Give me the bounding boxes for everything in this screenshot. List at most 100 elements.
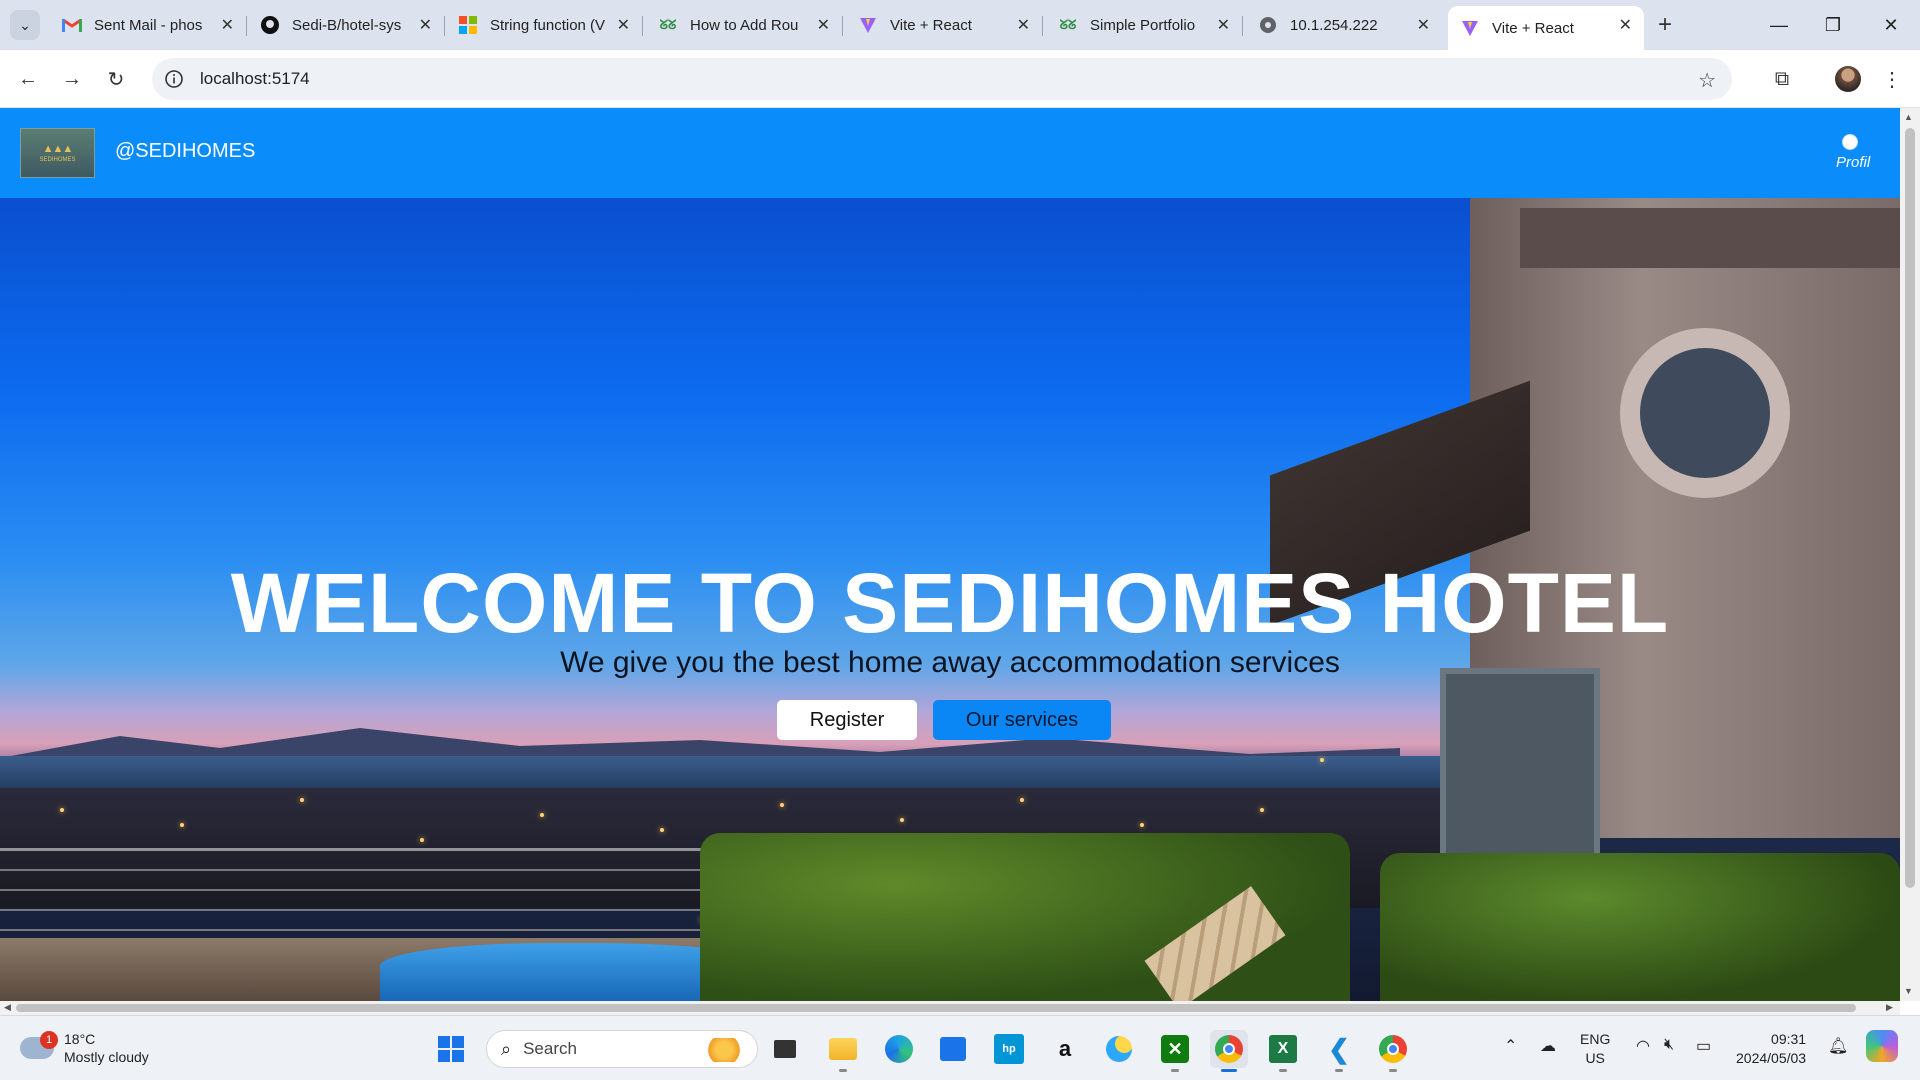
hero-background-railing	[0, 848, 720, 948]
onedrive-offline-icon[interactable]: ☁	[1540, 1036, 1556, 1056]
windows-taskbar: 1 18°C Mostly cloudy ⌕ Search hp a ✕ X ❮…	[0, 1015, 1920, 1080]
windows-icon	[438, 1036, 464, 1062]
copilot-icon[interactable]	[1866, 1030, 1898, 1062]
restore-button[interactable]: ❐	[1810, 8, 1856, 42]
close-icon[interactable]: ✕	[1619, 15, 1632, 35]
tab-string-function[interactable]: String function (V ✕	[446, 6, 643, 44]
browser-menu-button[interactable]: ⋮	[1876, 63, 1908, 95]
brand-name[interactable]: @SEDIHOMES	[115, 140, 255, 163]
close-icon[interactable]: ✕	[221, 15, 234, 35]
weather-condition: Mostly cloudy	[64, 1049, 149, 1065]
vite-icon	[858, 15, 878, 35]
minimize-button[interactable]: —	[1756, 8, 1802, 42]
hero-background-round-window	[1620, 328, 1790, 498]
battery-icon[interactable]: ▭	[1696, 1036, 1711, 1056]
hero-buttons: Register Our services	[0, 700, 1900, 740]
tab-how-to-add-routes[interactable]: ᘜᘜ How to Add Rou ✕	[646, 6, 843, 44]
close-icon[interactable]: ✕	[617, 15, 630, 35]
arrow-left-icon: ←	[18, 67, 38, 90]
tab-search-button[interactable]: ⌄	[10, 10, 40, 40]
chrome-app[interactable]	[1210, 1030, 1248, 1072]
forward-button[interactable]: →	[56, 63, 88, 95]
start-button[interactable]	[432, 1030, 470, 1068]
tab-label: Vite + React	[890, 16, 972, 34]
chrome-icon	[1379, 1035, 1407, 1063]
reload-icon: ↻	[107, 68, 125, 91]
cloud-icon: 1	[20, 1031, 58, 1059]
vite-icon	[1460, 18, 1480, 38]
store-icon	[940, 1037, 966, 1061]
time: 09:31	[1771, 1031, 1807, 1047]
close-icon[interactable]: ✕	[1417, 15, 1430, 35]
scrollbar-thumb[interactable]	[16, 1004, 1856, 1012]
weather-sun-icon	[1106, 1036, 1132, 1062]
broken-image-icon	[1842, 134, 1858, 150]
tab-vite-react-active[interactable]: Vite + React ✕	[1448, 6, 1644, 50]
task-view-button[interactable]	[766, 1030, 804, 1068]
site-info-icon[interactable]	[162, 67, 186, 91]
speaker-muted-icon[interactable]: 🔇︎	[1664, 1036, 1674, 1054]
hero-title: WELCOME TO SEDIHOMES HOTEL	[230, 556, 1670, 650]
language-code: ENG	[1580, 1031, 1611, 1047]
profile-image[interactable]: Profil	[1834, 134, 1880, 174]
plus-icon: +	[1657, 11, 1672, 38]
region-code: US	[1585, 1050, 1605, 1066]
scrollbar-thumb[interactable]	[1905, 128, 1915, 888]
scroll-up-icon[interactable]: ▲	[1904, 112, 1913, 122]
tab-vite-react[interactable]: Vite + React ✕	[846, 6, 1043, 44]
scroll-left-icon[interactable]: ◀	[4, 1002, 11, 1013]
myhp-icon: hp	[994, 1034, 1024, 1064]
close-icon[interactable]: ✕	[1017, 15, 1030, 35]
edge-app[interactable]	[880, 1030, 918, 1068]
close-icon[interactable]: ✕	[419, 15, 432, 35]
microsoft-store-app[interactable]	[934, 1030, 972, 1068]
copilot-weather-app[interactable]	[1100, 1030, 1138, 1068]
excel-app[interactable]: X	[1264, 1030, 1302, 1072]
taskbar-search[interactable]: ⌕ Search	[486, 1030, 758, 1068]
profile-button[interactable]	[1832, 63, 1864, 95]
vscode-app[interactable]: ❮	[1320, 1030, 1358, 1072]
xbox-icon: ✕	[1161, 1035, 1189, 1063]
weather-widget[interactable]: 1 18°C Mostly cloudy	[20, 1030, 149, 1066]
our-services-button[interactable]: Our services	[933, 700, 1111, 740]
xbox-app[interactable]: ✕	[1156, 1030, 1194, 1072]
geeksforgeeks-icon: ᘜᘜ	[1059, 17, 1077, 32]
extensions-button[interactable]: ⧉	[1766, 63, 1798, 95]
tab-simple-portfolio[interactable]: ᘜᘜ Simple Portfolio ✕	[1046, 6, 1243, 44]
wifi-icon[interactable]: ◠	[1636, 1036, 1650, 1056]
register-button[interactable]: Register	[777, 700, 917, 740]
tab-github[interactable]: Sedi-B/hotel-sys ✕	[248, 6, 445, 44]
back-button[interactable]: ←	[12, 63, 44, 95]
close-icon: ✕	[1883, 14, 1899, 35]
site-logo[interactable]: ▲▲▲ SEDIHOMES	[20, 128, 95, 178]
logo-text: SEDIHOMES	[39, 157, 76, 163]
close-icon[interactable]: ✕	[817, 15, 830, 35]
geeksforgeeks-icon: ᘜᘜ	[659, 17, 677, 32]
tab-label: Sedi-B/hotel-sys	[292, 16, 402, 34]
myhp-app[interactable]: hp	[990, 1030, 1028, 1068]
close-window-button[interactable]: ✕	[1868, 8, 1914, 42]
address-bar[interactable]: localhost:5174 ☆	[152, 58, 1732, 100]
chrome-app-2[interactable]	[1374, 1030, 1412, 1072]
chevron-down-icon: ⌄	[19, 16, 31, 33]
amazon-app[interactable]: a	[1046, 1030, 1084, 1068]
new-tab-button[interactable]: +	[1650, 10, 1680, 40]
vertical-scrollbar[interactable]: ▲ ▼	[1900, 108, 1920, 1001]
scroll-right-icon[interactable]: ▶	[1886, 1002, 1893, 1013]
file-explorer-app[interactable]	[824, 1030, 862, 1072]
tab-ip-address[interactable]: 10.1.254.222 ✕	[1246, 6, 1442, 44]
bookmark-star-icon[interactable]: ☆	[1698, 68, 1716, 93]
horizontal-scrollbar[interactable]: ◀ ▶	[0, 1001, 1900, 1015]
scroll-down-icon[interactable]: ▼	[1904, 986, 1913, 996]
amazon-icon: a	[1058, 1036, 1072, 1061]
notification-bell-icon[interactable]: 🔔︎	[1828, 1036, 1848, 1056]
tab-gmail[interactable]: Sent Mail - phos ✕	[50, 6, 247, 44]
close-icon[interactable]: ✕	[1217, 15, 1230, 35]
github-icon	[260, 15, 280, 35]
chevron-up-icon[interactable]: ⌃	[1504, 1036, 1517, 1056]
search-icon: ⌕	[501, 1038, 512, 1059]
globe-icon	[1258, 15, 1278, 35]
reload-button[interactable]: ↻	[100, 63, 132, 95]
clock[interactable]: 09:31 2024/05/03	[1736, 1030, 1806, 1068]
input-language[interactable]: ENG US	[1580, 1030, 1610, 1068]
